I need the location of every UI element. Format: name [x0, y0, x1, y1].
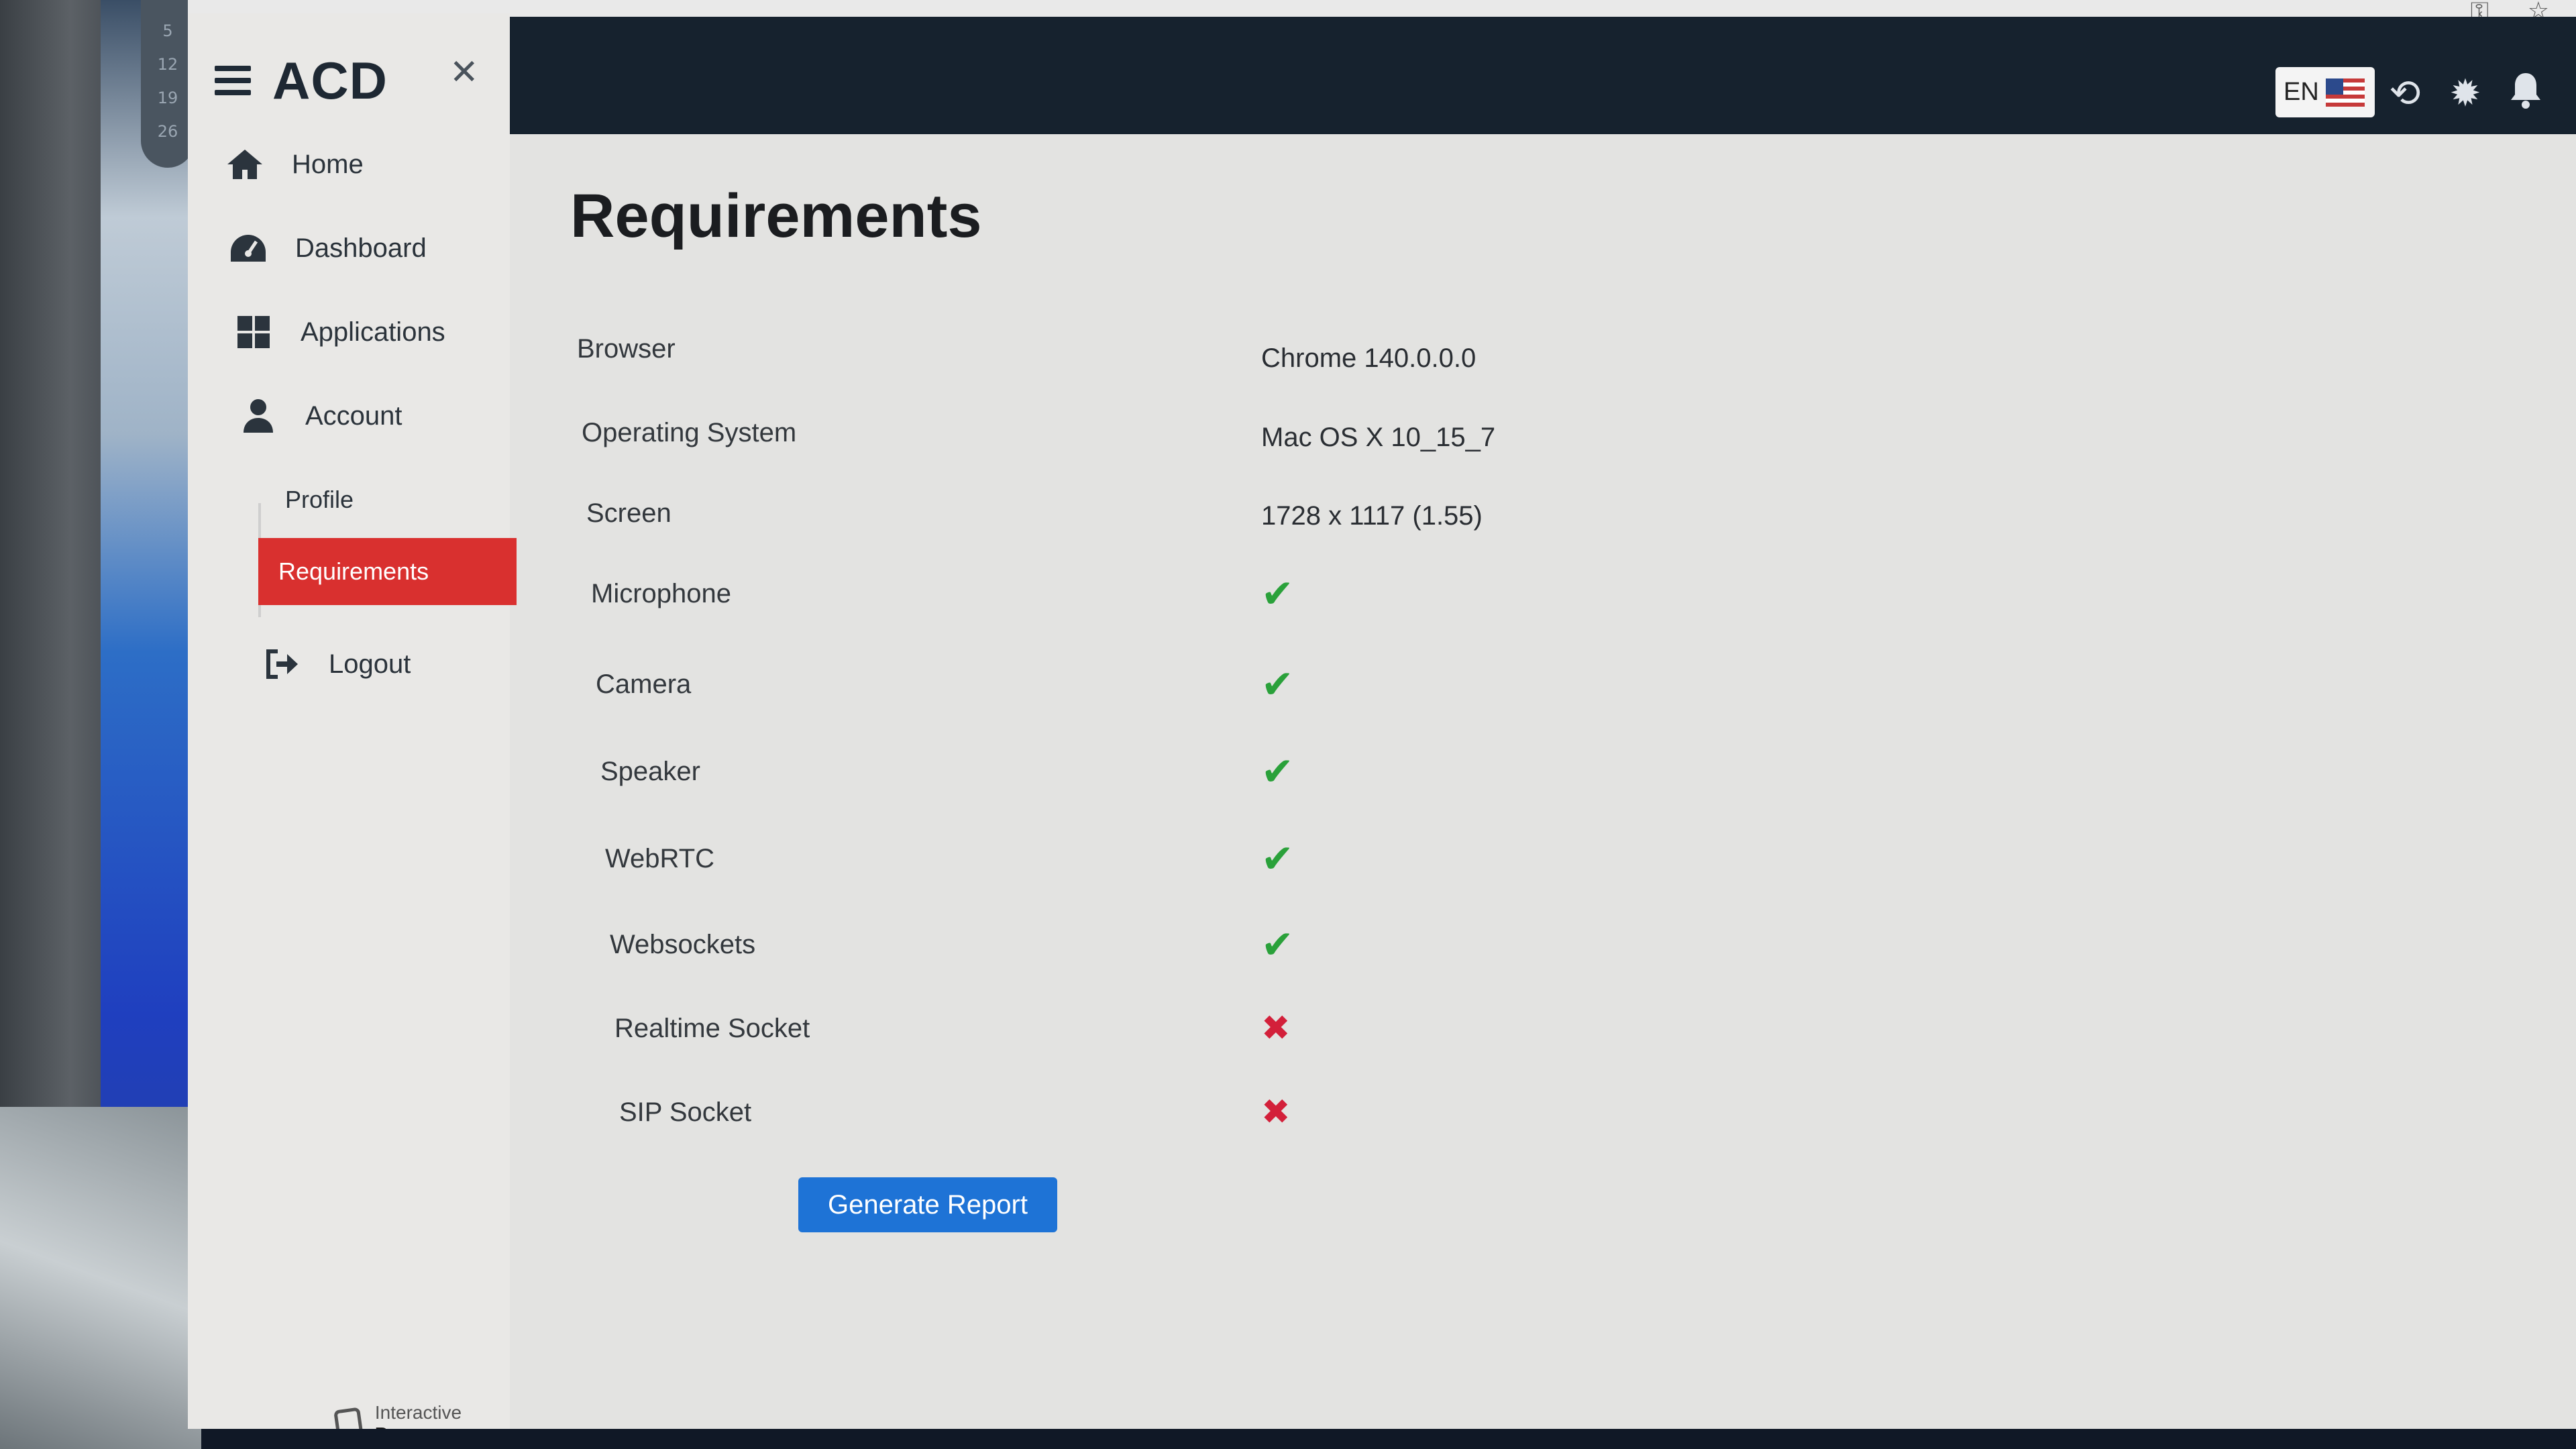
requirement-row: SIP Socket ✖ [619, 1085, 1827, 1139]
check-icon: ✔ [1261, 836, 1294, 881]
sidebar-item-label: Logout [329, 649, 411, 679]
applications-icon [233, 312, 274, 352]
requirement-label: Browser [577, 333, 676, 364]
language-code: EN [2284, 78, 2319, 106]
check-icon: ✔ [1261, 922, 1294, 967]
calendar-date: 12 [157, 55, 178, 74]
sidebar-item-dashboard[interactable]: Dashboard [228, 211, 427, 285]
requirement-label: SIP Socket [619, 1097, 752, 1127]
requirement-label: WebRTC [605, 843, 715, 873]
page-title: Requirements [570, 182, 982, 250]
requirement-label: Realtime Socket [614, 1013, 810, 1043]
requirement-row: Microphone ✔ [591, 567, 1799, 621]
requirement-label: Microphone [591, 578, 732, 608]
sidebar-item-logout[interactable]: Logout [262, 627, 411, 701]
language-selector[interactable]: EN [2275, 67, 2375, 117]
sidebar-item-applications[interactable]: Applications [233, 295, 445, 369]
brand-header: ACD [215, 40, 388, 121]
home-icon [225, 144, 265, 184]
bell-icon[interactable] [2502, 70, 2549, 117]
footer-brand: Interactive Powers [333, 1402, 510, 1429]
sidebar-subitem-requirements[interactable]: Requirements [258, 538, 517, 605]
generate-report-button[interactable]: Generate Report [798, 1177, 1057, 1232]
requirement-row: Screen 1728 x 1117 (1.55) [586, 486, 1794, 540]
requirement-label: Screen [586, 498, 672, 528]
account-icon [238, 396, 278, 436]
dashboard-icon [228, 228, 268, 268]
app-title: ACD [272, 50, 388, 110]
sidebar-item-home[interactable]: Home [225, 127, 364, 201]
requirement-row: Camera ✔ [596, 657, 1803, 711]
requirement-row: Browser Chrome 140.0.0.0 [577, 322, 1784, 376]
requirement-value: Chrome 140.0.0.0 [1261, 343, 1477, 373]
requirement-row: WebRTC ✔ [605, 832, 1813, 885]
us-flag-icon [2325, 78, 2365, 107]
hamburger-menu-icon[interactable] [215, 66, 251, 95]
browser-toolbar: ⚿ ☆ [188, 0, 2576, 25]
footer-brand-text: Interactive Powers [374, 1402, 462, 1429]
requirement-row: Speaker ✔ [600, 745, 1808, 798]
check-icon: ✔ [1261, 571, 1294, 616]
interactive-powers-logo-icon [333, 1407, 364, 1429]
requirement-row: Realtime Socket ✖ [614, 1002, 1822, 1055]
calendar-date: 5 [162, 21, 173, 40]
requirement-row: Operating System Mac OS X 10_15_7 [582, 406, 1789, 460]
sidebar-subitem-label: Profile [285, 486, 354, 513]
cross-icon: ✖ [1261, 1092, 1291, 1132]
app-window: ⚿ ☆ EN ⟲ ✹ ACD ✕ Home Dashboard Applicat… [188, 0, 2576, 1429]
sidebar-item-label: Applications [301, 317, 445, 347]
sidebar-subitem-label: Requirements [278, 557, 429, 585]
calendar-date: 26 [157, 122, 178, 141]
sidebar-subitem-profile[interactable]: Profile [265, 466, 523, 533]
check-icon: ✔ [1261, 749, 1294, 794]
requirement-value: 1728 x 1117 (1.55) [1261, 500, 1483, 531]
sidebar-item-label: Dashboard [295, 233, 427, 263]
history-icon[interactable]: ⟲ [2381, 70, 2428, 117]
sidebar-item-label: Account [305, 400, 402, 431]
main-content: Requirements Browser Chrome 140.0.0.0 Op… [537, 134, 2576, 1429]
desk-surface [0, 1107, 201, 1449]
requirement-label: Speaker [600, 756, 700, 786]
requirement-value: Mac OS X 10_15_7 [1261, 422, 1496, 452]
sidebar-item-account[interactable]: Account [238, 379, 402, 453]
check-icon: ✔ [1261, 661, 1294, 707]
requirement-label: Websockets [610, 929, 756, 959]
calendar-widget: 5 12 19 26 [141, 0, 195, 168]
calendar-date: 19 [157, 89, 178, 107]
gear-icon[interactable]: ✹ [2442, 70, 2489, 117]
sidebar: ACD ✕ Home Dashboard Applications Accoun… [188, 13, 517, 1429]
close-icon[interactable]: ✕ [449, 55, 479, 90]
requirement-label: Operating System [582, 417, 797, 447]
top-navbar: EN ⟲ ✹ [503, 17, 2576, 134]
cross-icon: ✖ [1261, 1008, 1291, 1049]
logout-icon [262, 644, 302, 684]
requirement-row: Websockets ✔ [610, 918, 1817, 971]
requirement-label: Camera [596, 669, 692, 699]
sidebar-item-label: Home [292, 149, 364, 179]
